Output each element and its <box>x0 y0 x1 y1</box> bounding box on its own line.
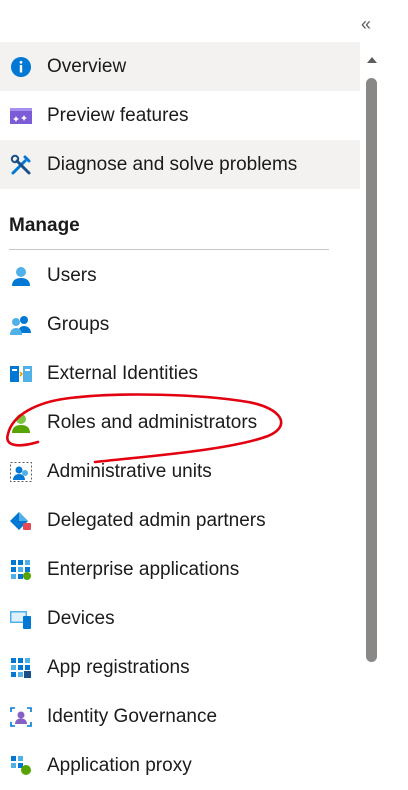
sidebar-item-devices[interactable]: Devices <box>0 594 360 643</box>
sidebar-item-groups[interactable]: Groups <box>0 300 360 349</box>
section-title-manage: Manage <box>9 215 80 236</box>
sidebar-item-label: Application proxy <box>47 754 192 776</box>
app-registrations-icon <box>9 656 33 680</box>
sidebar-item-roles-and-administrators[interactable]: Roles and administrators <box>0 398 360 447</box>
sidebar-item-label: External Identities <box>47 362 199 384</box>
preview-features-icon <box>9 104 33 128</box>
section-divider <box>9 249 329 250</box>
sidebar-item-app-registrations[interactable]: App registrations <box>0 643 360 692</box>
wrench-screwdriver-icon <box>9 153 33 177</box>
sidebar-item-preview-features[interactable]: Preview features <box>0 91 360 140</box>
info-icon <box>9 55 33 79</box>
sidebar-item-delegated-admin-partners[interactable]: Delegated admin partners <box>0 496 360 545</box>
manage-list: Users Groups External Identities Roles a… <box>0 251 360 790</box>
sidebar-item-label: Preview features <box>47 104 189 126</box>
scroll-up-button[interactable] <box>361 52 383 68</box>
sidebar-item-label: App registrations <box>47 656 190 678</box>
identity-governance-icon <box>9 705 33 729</box>
triangle-up-icon <box>367 57 377 63</box>
sidebar-nav: Overview Preview features Diagnose and s… <box>0 42 360 189</box>
sidebar-item-label: Identity Governance <box>47 705 218 727</box>
roles-icon <box>9 411 33 435</box>
application-proxy-icon <box>9 754 33 778</box>
groups-icon <box>9 313 33 337</box>
devices-icon <box>9 607 33 631</box>
sidebar-item-application-proxy[interactable]: Application proxy <box>0 741 360 790</box>
sidebar-item-label: Delegated admin partners <box>47 509 266 531</box>
sidebar-item-external-identities[interactable]: External Identities <box>0 349 360 398</box>
administrative-units-icon <box>9 460 33 484</box>
sidebar-item-label: Roles and administrators <box>47 411 258 433</box>
double-chevron-left-icon: « <box>360 13 371 34</box>
delegated-partners-icon <box>9 509 33 533</box>
collapse-sidebar-button[interactable]: « <box>352 10 380 38</box>
sidebar-item-label: Devices <box>47 607 115 629</box>
sidebar-item-label: Administrative units <box>47 460 212 482</box>
sidebar-item-label: Users <box>47 264 97 286</box>
sidebar-item-label: Overview <box>47 55 127 77</box>
sidebar-item-users[interactable]: Users <box>0 251 360 300</box>
sidebar-item-label: Diagnose and solve problems <box>47 153 298 175</box>
sidebar-item-identity-governance[interactable]: Identity Governance <box>0 692 360 741</box>
external-identities-icon <box>9 362 33 386</box>
sidebar-item-label: Enterprise applications <box>47 558 240 580</box>
sidebar-item-diagnose-and-solve[interactable]: Diagnose and solve problems <box>0 140 360 189</box>
sidebar-item-enterprise-applications[interactable]: Enterprise applications <box>0 545 360 594</box>
user-icon <box>9 264 33 288</box>
sidebar-item-label: Groups <box>47 313 110 335</box>
sidebar-item-overview[interactable]: Overview <box>0 42 360 91</box>
scrollbar-thumb[interactable] <box>366 78 377 662</box>
sidebar-item-administrative-units[interactable]: Administrative units <box>0 447 360 496</box>
enterprise-apps-icon <box>9 558 33 582</box>
